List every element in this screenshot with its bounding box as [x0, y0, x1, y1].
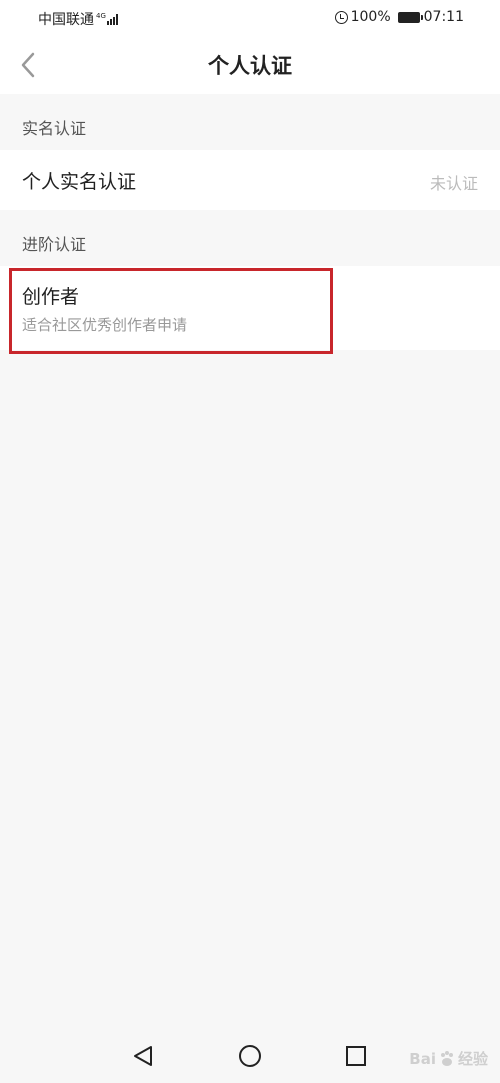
nav-recents-button[interactable] — [343, 1043, 369, 1069]
status-right: 100% 07:11 — [334, 9, 464, 25]
battery-percent: 100% — [350, 9, 391, 25]
page-title: 个人认证 — [208, 54, 292, 78]
watermark-brand-left: Bai — [409, 1049, 436, 1068]
signal-icon — [107, 13, 119, 25]
nav-back-button[interactable] — [130, 1043, 156, 1069]
section-label: 进阶认证 — [22, 235, 87, 254]
baidu-watermark: Bai 经验 — [409, 1048, 488, 1069]
recents-square-icon — [346, 1046, 366, 1066]
watermark-brand-right: 经验 — [457, 1050, 488, 1068]
carrier-label: 中国联通 — [38, 12, 94, 28]
battery-icon — [397, 11, 423, 23]
section-header-advanced: 进阶认证 — [0, 210, 500, 266]
alarm-icon — [334, 10, 348, 24]
row-personal-real-name[interactable]: 个人实名认证 未认证 — [0, 150, 500, 210]
nav-home-button[interactable] — [237, 1043, 263, 1069]
network-type-label: 4G — [96, 11, 106, 20]
section-label: 实名认证 — [22, 119, 87, 138]
verification-status: 未认证 — [429, 174, 478, 193]
status-left: 中国联通 4G — [38, 9, 119, 29]
section-header-real-name: 实名认证 — [0, 94, 500, 150]
baidu-paw-icon — [440, 1050, 453, 1066]
status-bar: 中国联通 4G 100% 07:11 — [0, 0, 500, 36]
row-title: 个人实名认证 — [22, 171, 137, 193]
row-title: 创作者 — [22, 286, 80, 308]
row-subtitle: 适合社区优秀创作者申请 — [22, 316, 188, 334]
home-circle-icon — [239, 1045, 261, 1067]
row-creator[interactable]: 创作者 适合社区优秀创作者申请 — [0, 266, 500, 350]
system-nav-bar: Bai 经验 — [0, 1029, 500, 1083]
nav-bar: 个人认证 — [0, 36, 500, 94]
back-triangle-icon — [134, 1046, 152, 1066]
status-time: 07:11 — [423, 9, 464, 25]
